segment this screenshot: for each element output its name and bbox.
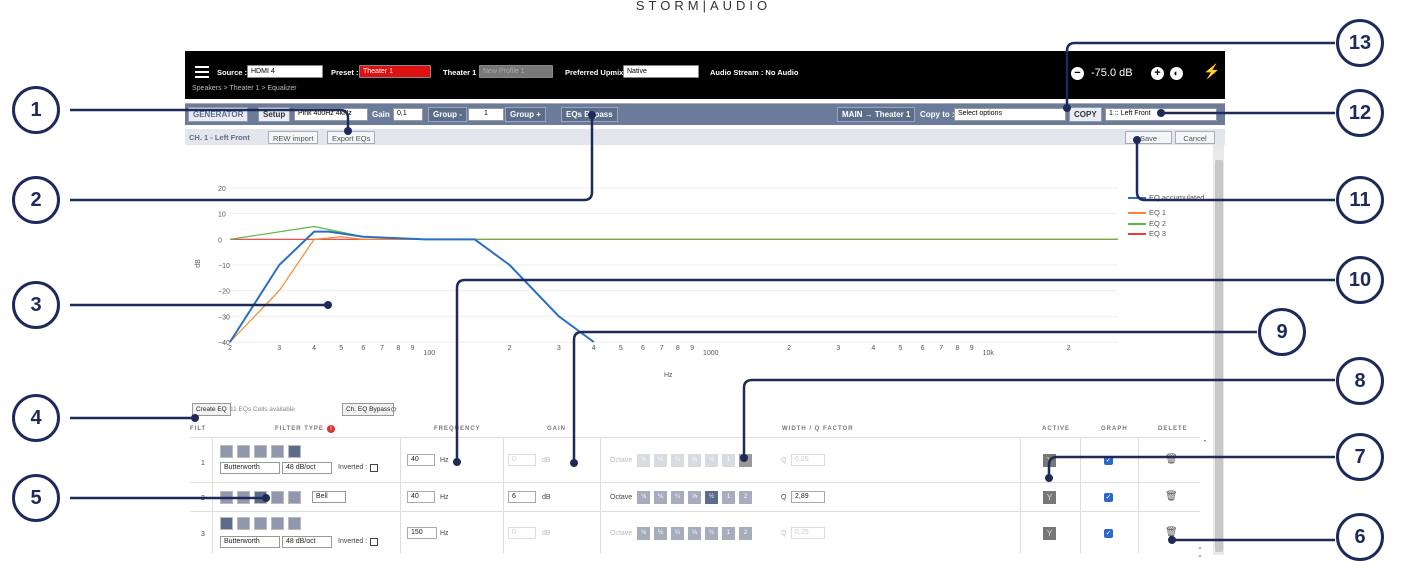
- callout-8: 8: [1336, 357, 1384, 405]
- callout-4: 4: [12, 394, 60, 442]
- callout-10: 10: [1336, 256, 1384, 304]
- callout-11: 11: [1336, 176, 1384, 224]
- callout-12: 12: [1336, 89, 1384, 137]
- callout-13: 13: [1336, 19, 1384, 67]
- callout-lines: [70, 41, 1335, 544]
- callout-6: 6: [1336, 513, 1384, 561]
- callout-2: 2: [12, 176, 60, 224]
- callout-7: 7: [1336, 433, 1384, 481]
- callout-1: 1: [12, 86, 60, 134]
- callout-3: 3: [12, 281, 60, 329]
- callout-5: 5: [12, 474, 60, 522]
- callout-9: 9: [1258, 308, 1306, 356]
